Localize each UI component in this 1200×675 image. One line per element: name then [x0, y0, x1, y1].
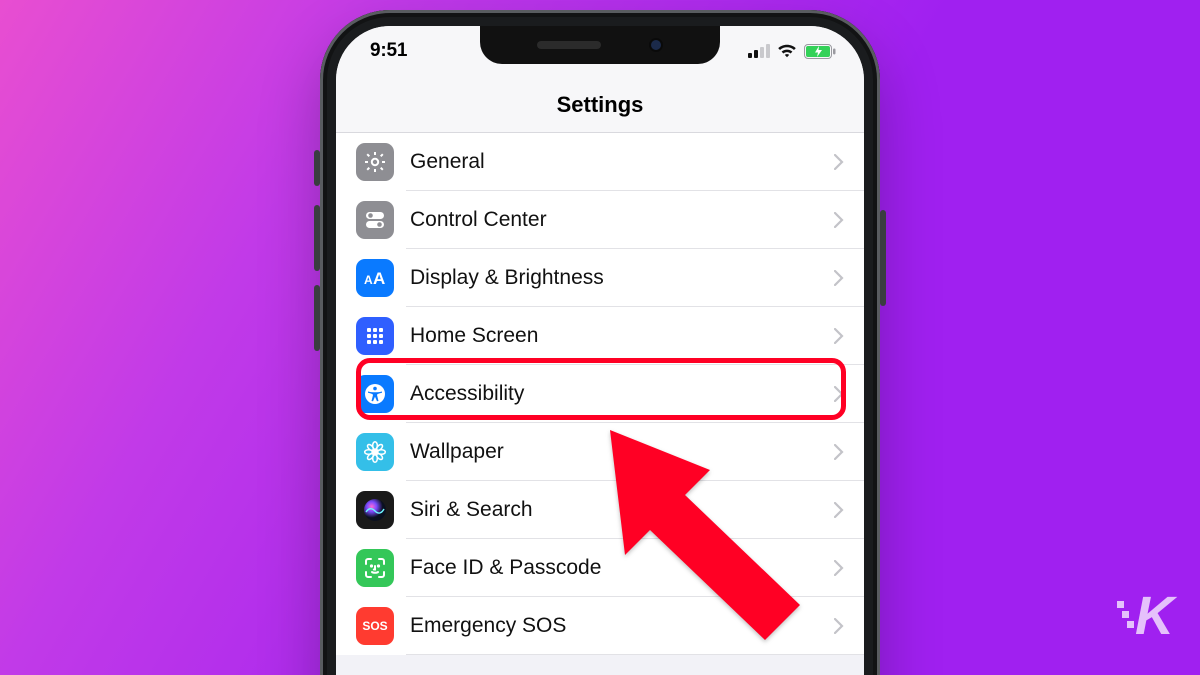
toggles-icon	[356, 201, 394, 239]
text-size-icon: A A	[356, 259, 394, 297]
sos-icon: SOS	[356, 607, 394, 645]
watermark: K	[1117, 585, 1172, 647]
settings-row-label: Display & Brightness	[410, 266, 834, 290]
chevron-right-icon	[834, 328, 844, 344]
speaker-grille	[537, 41, 601, 49]
settings-row-wallpaper[interactable]: Wallpaper	[336, 423, 864, 481]
settings-row-control-center[interactable]: Control Center	[336, 191, 864, 249]
settings-row-label: Face ID & Passcode	[410, 556, 834, 580]
accessibility-icon	[356, 375, 394, 413]
chevron-right-icon	[834, 502, 844, 518]
settings-row-label: Home Screen	[410, 324, 834, 348]
mute-switch	[314, 150, 320, 186]
settings-row-label: Accessibility	[410, 382, 834, 406]
settings-row-label: Control Center	[410, 208, 834, 232]
settings-row-faceid[interactable]: Face ID & Passcode	[336, 539, 864, 597]
volume-up-button	[314, 205, 320, 271]
face-id-icon	[356, 549, 394, 587]
settings-row-label: Siri & Search	[410, 498, 834, 522]
gear-icon	[356, 143, 394, 181]
svg-text:SOS: SOS	[362, 619, 387, 633]
settings-row-siri[interactable]: Siri & Search	[336, 481, 864, 539]
flower-icon	[356, 433, 394, 471]
phone-notch	[480, 26, 720, 64]
wifi-icon	[777, 44, 797, 58]
settings-list[interactable]: General Control Center	[336, 133, 864, 655]
front-camera	[649, 38, 663, 52]
svg-text:A: A	[373, 269, 385, 288]
volume-down-button	[314, 285, 320, 351]
settings-row-display[interactable]: A A Display & Brightness	[336, 249, 864, 307]
chevron-right-icon	[834, 560, 844, 576]
apps-grid-icon	[356, 317, 394, 355]
phone-screen: 9:51	[336, 26, 864, 675]
chevron-right-icon	[834, 618, 844, 634]
cellular-signal-icon	[748, 44, 770, 58]
settings-row-accessibility[interactable]: Accessibility	[336, 365, 864, 423]
phone-frame: 9:51	[320, 10, 880, 675]
status-time: 9:51	[370, 40, 407, 62]
chevron-right-icon	[834, 154, 844, 170]
battery-charging-icon	[804, 44, 836, 59]
chevron-right-icon	[834, 444, 844, 460]
settings-row-sos[interactable]: SOS Emergency SOS	[336, 597, 864, 655]
chevron-right-icon	[834, 212, 844, 228]
svg-text:A: A	[364, 273, 373, 287]
watermark-text: K	[1135, 585, 1172, 647]
page-title: Settings	[336, 76, 864, 133]
power-button	[880, 210, 886, 306]
settings-row-home-screen[interactable]: Home Screen	[336, 307, 864, 365]
chevron-right-icon	[834, 386, 844, 402]
status-indicators	[748, 44, 836, 59]
chevron-right-icon	[834, 270, 844, 286]
settings-row-general[interactable]: General	[336, 133, 864, 191]
siri-icon	[356, 491, 394, 529]
settings-row-label: Emergency SOS	[410, 614, 834, 638]
settings-row-label: General	[410, 150, 834, 174]
settings-row-label: Wallpaper	[410, 440, 834, 464]
